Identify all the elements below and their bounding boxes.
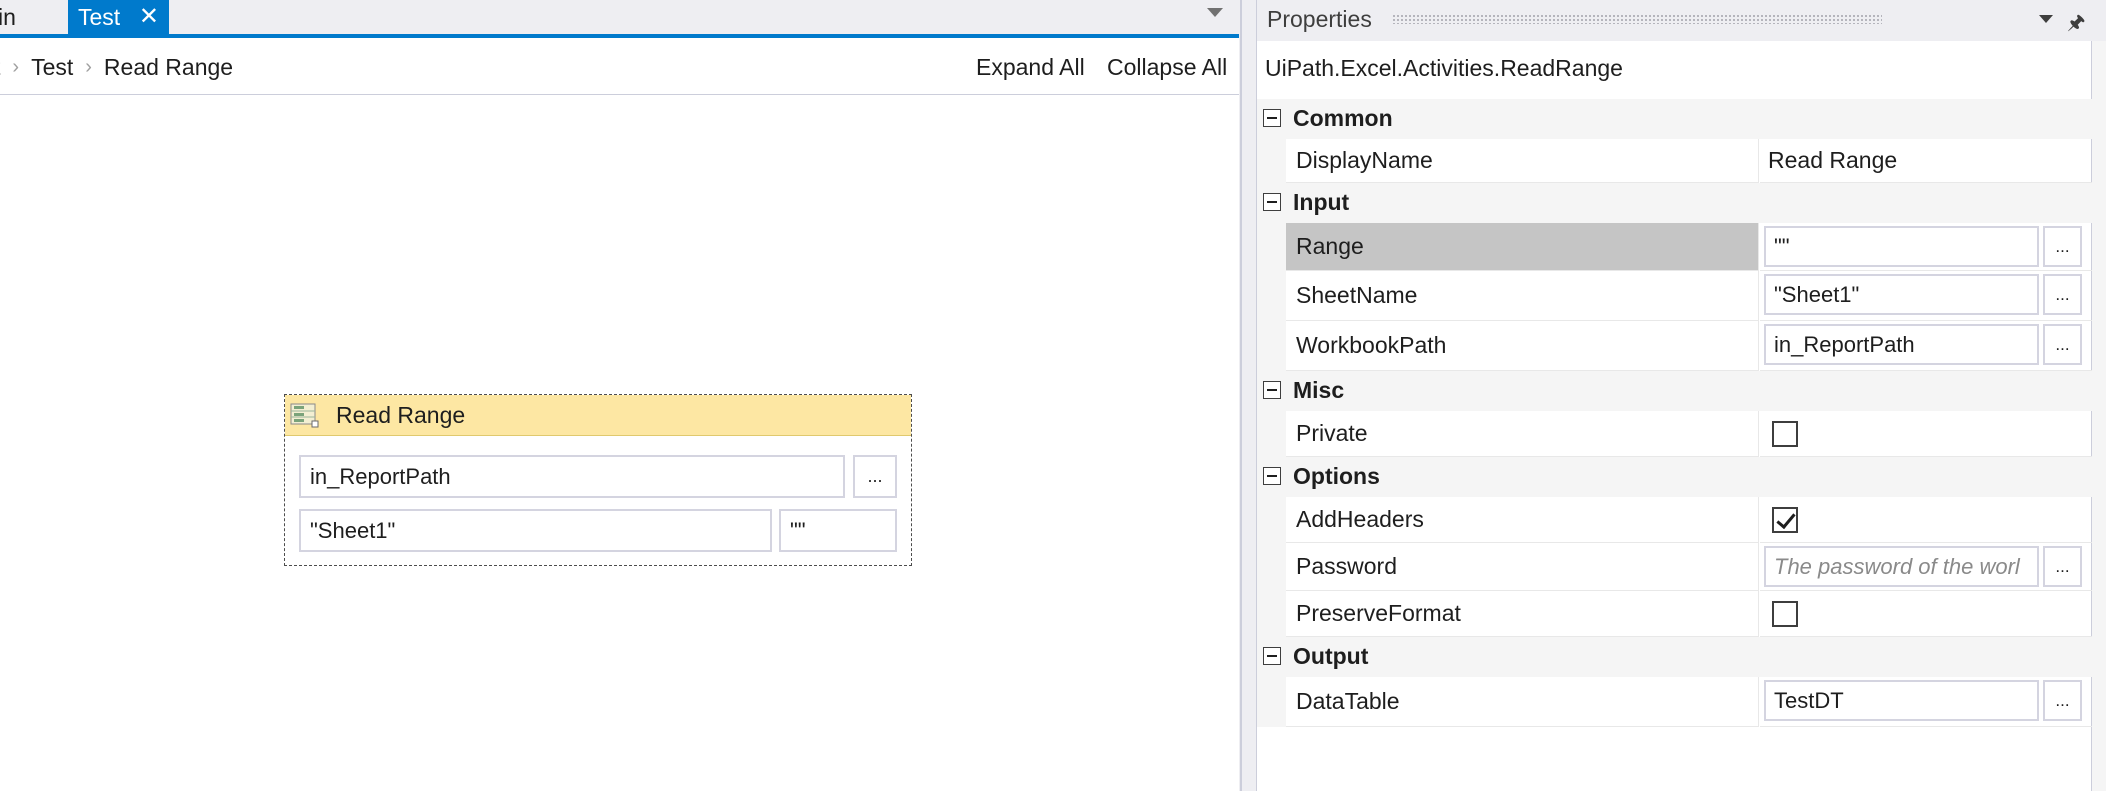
property-row-sheetname[interactable]: SheetName "Sheet1" ... [1257, 271, 2092, 321]
tab-test[interactable]: Test ✕ [68, 0, 169, 34]
collapse-icon[interactable] [1263, 467, 1281, 485]
pin-icon[interactable]: 🖈 [2067, 8, 2086, 42]
tab-label: Test [78, 4, 121, 30]
property-row-datatable[interactable]: DataTable TestDT ... [1257, 677, 2092, 727]
property-row-displayname[interactable]: DisplayName Read Range [1257, 139, 2092, 183]
close-icon[interactable]: ✕ [139, 0, 159, 34]
property-value-cell[interactable]: "" ... [1760, 223, 2092, 271]
chevron-right-icon: › [12, 56, 20, 78]
datatable-browse-button[interactable]: ... [2043, 680, 2082, 721]
row-gutter [1257, 139, 1286, 183]
panel-splitter[interactable] [1239, 0, 1256, 791]
property-row-range[interactable]: Range "" ... [1257, 223, 2092, 271]
range-input[interactable]: "" [779, 509, 897, 552]
preserveformat-checkbox[interactable] [1772, 601, 1798, 627]
properties-title-bar: Properties 🖈 [1257, 0, 2106, 41]
collapse-icon[interactable] [1263, 381, 1281, 399]
property-name: DisplayName [1286, 139, 1759, 183]
category-label: Misc [1293, 377, 1345, 403]
activity-title: Read Range [336, 402, 466, 428]
chevron-right-icon: › [85, 56, 92, 78]
collapse-icon[interactable] [1263, 647, 1281, 665]
password-field[interactable]: The password of the worl [1764, 546, 2039, 587]
document-tab-bar: in Test ✕ [0, 0, 1239, 36]
private-checkbox[interactable] [1772, 421, 1798, 447]
displayname-value[interactable]: Read Range [1768, 147, 1897, 174]
workbookpath-browse-button[interactable]: ... [2043, 324, 2082, 365]
category-label: Output [1293, 643, 1369, 669]
property-value-cell[interactable]: The password of the worl ... [1760, 543, 2092, 591]
category-options[interactable]: Options [1257, 457, 2092, 497]
row-gutter [1257, 677, 1286, 727]
range-browse-button[interactable]: ... [2043, 226, 2082, 267]
collapse-all-button[interactable]: Collapse All [1107, 54, 1227, 81]
property-value-cell[interactable]: in_ReportPath ... [1760, 321, 2092, 371]
property-value-cell[interactable]: Read Range [1760, 139, 2092, 183]
breadcrumb-item-current[interactable]: Read Range [104, 54, 233, 81]
tab-main[interactable]: in [0, 0, 26, 34]
property-grid: UiPath.Excel.Activities.ReadRange Common… [1257, 41, 2092, 791]
category-misc[interactable]: Misc [1257, 371, 2092, 411]
category-label: Options [1293, 463, 1380, 489]
property-name: AddHeaders [1286, 497, 1759, 543]
row-gutter [1257, 497, 1286, 543]
property-row-workbookpath[interactable]: WorkbookPath in_ReportPath ... [1257, 321, 2092, 371]
property-name: Range [1286, 223, 1759, 271]
breadcrumb-item[interactable]: Test [31, 54, 73, 81]
breadcrumb-bar: t › Test › Read Range Expand All Collaps… [0, 38, 1239, 95]
browse-file-button[interactable]: ... [853, 455, 897, 498]
property-name: Password [1286, 543, 1759, 591]
datatable-field[interactable]: TestDT [1764, 680, 2039, 721]
range-field[interactable]: "" [1764, 226, 2039, 267]
category-common[interactable]: Common [1257, 99, 2092, 139]
property-row-password[interactable]: Password The password of the worl ... [1257, 543, 2092, 591]
property-name: SheetName [1286, 271, 1759, 321]
workbookpath-field[interactable]: in_ReportPath [1764, 324, 2039, 365]
row-gutter [1257, 223, 1286, 271]
category-label: Input [1293, 189, 1350, 215]
breadcrumb: t › Test › Read Range [0, 54, 233, 81]
row-gutter [1257, 271, 1286, 321]
row-gutter [1257, 543, 1286, 591]
property-name: PreserveFormat [1286, 591, 1759, 637]
collapse-icon[interactable] [1263, 193, 1281, 211]
drag-grip[interactable] [1392, 14, 1882, 24]
property-row-private[interactable]: Private [1257, 411, 2092, 457]
addheaders-checkbox[interactable] [1772, 507, 1798, 533]
property-row-preserveformat[interactable]: PreserveFormat [1257, 591, 2092, 637]
activity-header[interactable]: Read Range [285, 395, 911, 436]
property-value-cell[interactable] [1760, 591, 2092, 637]
read-range-activity[interactable]: Read Range in_ReportPath ... "Sheet1" "" [284, 394, 912, 566]
tab-label: in [0, 4, 16, 30]
property-row-addheaders[interactable]: AddHeaders [1257, 497, 2092, 543]
property-name: Private [1286, 411, 1759, 457]
properties-panel: Properties 🖈 UiPath.Excel.Activities.Rea… [1256, 0, 2106, 791]
category-input[interactable]: Input [1257, 183, 2092, 223]
property-value-cell[interactable] [1760, 497, 2092, 543]
property-name: DataTable [1286, 677, 1759, 727]
sheet-name-input[interactable]: "Sheet1" [299, 509, 772, 552]
tab-list-dropdown-icon[interactable] [1207, 8, 1223, 17]
workbook-path-input[interactable]: in_ReportPath [299, 455, 845, 498]
row-gutter [1257, 591, 1286, 637]
row-gutter [1257, 321, 1286, 371]
chevron-down-icon[interactable] [2039, 15, 2053, 23]
excel-range-icon [290, 403, 319, 428]
sheetname-field[interactable]: "Sheet1" [1764, 274, 2039, 315]
row-gutter [1257, 411, 1286, 457]
password-browse-button[interactable]: ... [2043, 546, 2082, 587]
property-value-cell[interactable]: "Sheet1" ... [1760, 271, 2092, 321]
property-name: WorkbookPath [1286, 321, 1759, 371]
expand-all-button[interactable]: Expand All [976, 54, 1085, 81]
property-value-cell[interactable] [1760, 411, 2092, 457]
property-value-cell[interactable]: TestDT ... [1760, 677, 2092, 727]
collapse-icon[interactable] [1263, 109, 1281, 127]
properties-title: Properties [1267, 6, 1372, 32]
activity-type-label: UiPath.Excel.Activities.ReadRange [1265, 55, 1623, 81]
sheetname-browse-button[interactable]: ... [2043, 274, 2082, 315]
category-output[interactable]: Output [1257, 637, 2092, 677]
splitter-edge [1240, 0, 1242, 791]
category-label: Common [1293, 105, 1393, 131]
workflow-designer: in Test ✕ t › Test › Read Range Expand A… [0, 0, 1239, 791]
